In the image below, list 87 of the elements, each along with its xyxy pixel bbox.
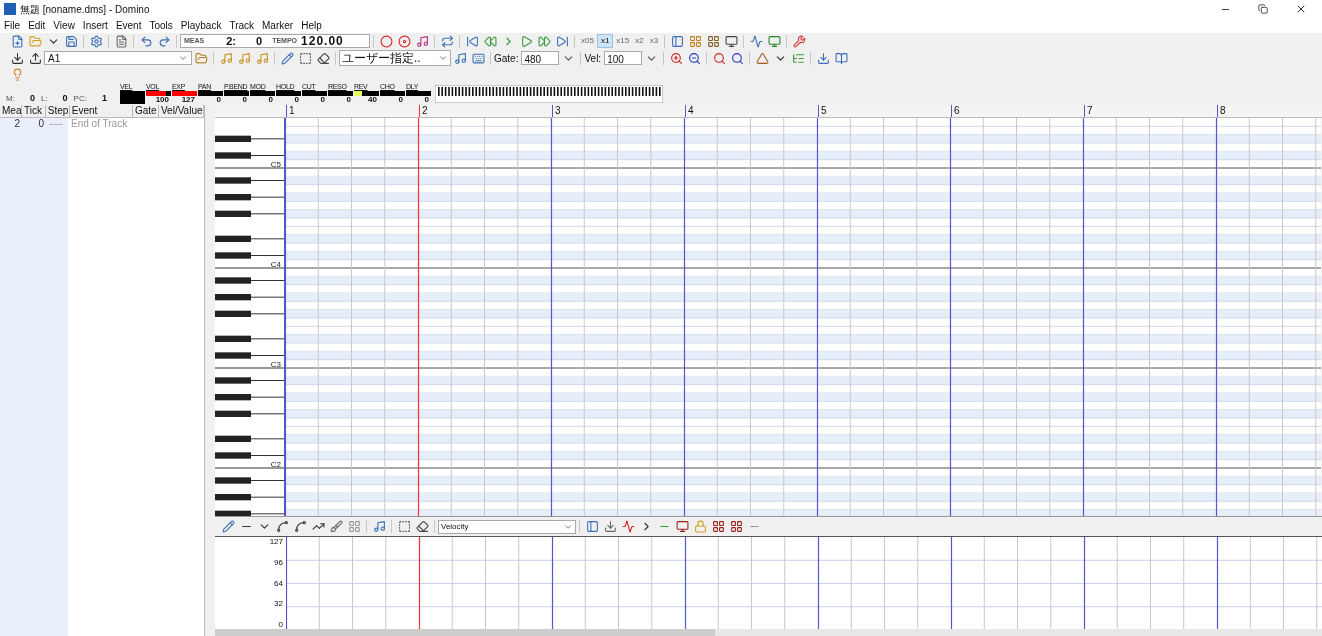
field-label: PC:	[73, 93, 87, 105]
controller-value: 0	[267, 96, 274, 104]
window-title: 無題 [noname.dms] - Domino	[20, 2, 150, 17]
controller-select[interactable]: Velocity	[438, 519, 576, 534]
controller-value: 0	[345, 96, 352, 104]
controller-value: 100	[154, 96, 170, 104]
controller-value: 0	[293, 96, 300, 104]
measure-number: 2	[419, 105, 552, 117]
controller-value: 40	[367, 96, 378, 104]
menu-item[interactable]: Playback	[180, 18, 222, 33]
menu-item[interactable]: File	[4, 18, 21, 33]
speed-button[interactable]: x2	[632, 34, 647, 48]
record-icon[interactable]	[377, 33, 395, 49]
column-header[interactable]: Event	[69, 105, 133, 117]
speed-button[interactable]: x1	[596, 34, 614, 48]
column-header[interactable]: Vel/Value	[159, 105, 204, 117]
track-select[interactable]: A1	[44, 51, 192, 65]
controller-value: 0	[241, 96, 248, 104]
measure-number: 6	[951, 105, 1084, 117]
menu-item[interactable]: Tools	[149, 18, 173, 33]
table-cell-text: 2	[13, 118, 20, 130]
controller-value: 0	[215, 96, 222, 104]
table-cell-text: End of Track	[70, 118, 128, 130]
note-label: C4	[270, 259, 281, 269]
controller-value: 127	[180, 96, 196, 104]
controller-value: 0	[423, 96, 430, 104]
menu-item[interactable]: Edit	[28, 18, 46, 33]
field-value: 1	[100, 92, 107, 106]
menu-item[interactable]: View	[53, 18, 75, 33]
preset-select[interactable]: ユーザー指定..	[339, 50, 451, 66]
tempo-value: 120.00	[301, 33, 344, 50]
book-icon[interactable]	[832, 50, 851, 66]
speed-button[interactable]: x05	[578, 34, 597, 48]
measure-number: 4	[685, 105, 818, 117]
note-label: C2	[270, 459, 281, 469]
disc-icon[interactable]	[395, 33, 413, 49]
table-cell-text: 0	[37, 118, 44, 130]
menu-item[interactable]: Marker	[262, 18, 294, 33]
measure-number: 7	[1084, 105, 1217, 117]
controller-value: 0	[319, 96, 326, 104]
axis-label: 32	[274, 599, 283, 609]
pencil-icon[interactable]	[219, 519, 237, 534]
column-header[interactable]: Step	[45, 105, 70, 117]
menu-item[interactable]: Help	[301, 18, 322, 33]
controller-meter[interactable]	[354, 91, 379, 96]
wave-icon[interactable]	[619, 519, 637, 534]
gate-label: Gate:	[494, 51, 519, 66]
meter-icon[interactable]	[747, 33, 766, 49]
menu-item[interactable]: Track	[229, 18, 255, 33]
measure-number: 3	[552, 105, 685, 117]
piano-keyboard-drawing[interactable]	[215, 118, 285, 516]
axis-label: 64	[274, 578, 283, 588]
vel-field[interactable]: 100	[604, 51, 643, 65]
rewind-icon[interactable]	[481, 33, 499, 49]
pencil-icon[interactable]	[278, 50, 296, 66]
controller-value: 0	[397, 96, 404, 104]
folder-icon[interactable]	[192, 50, 210, 66]
speed-button[interactable]: x3	[646, 34, 662, 48]
field-label: M:	[6, 93, 15, 105]
gate-field[interactable]: 480	[521, 51, 560, 65]
menu-item[interactable]: Event	[115, 18, 142, 33]
brush-icon[interactable]	[327, 519, 345, 534]
horizontal-scrollbar[interactable]	[215, 629, 1322, 636]
triangle-icon[interactable]	[753, 50, 772, 66]
vel-label: Vel:	[584, 51, 602, 66]
note-label: C3	[270, 359, 281, 369]
note-label: C5	[270, 159, 281, 169]
monitor-icon[interactable]	[722, 33, 741, 49]
axis-label: 96	[274, 557, 283, 567]
column-header[interactable]: Tick	[22, 105, 46, 117]
field-label: L:	[40, 93, 48, 105]
column-header[interactable]: Gate	[133, 105, 159, 117]
speed-button[interactable]: x15	[613, 34, 633, 48]
tick-value: 0	[256, 33, 263, 49]
axis-label: 0	[278, 620, 283, 629]
meas-value: 2:	[226, 33, 236, 49]
table-cell-text: ----	[48, 118, 64, 130]
measure-number: 1	[286, 105, 419, 117]
field-value: 0	[28, 92, 35, 106]
app-icon	[4, 3, 16, 15]
field-value: 0	[61, 92, 68, 106]
measure-number: 8	[1217, 105, 1322, 117]
fast-forward-icon[interactable]	[535, 33, 553, 49]
menu-item[interactable]: Insert	[82, 18, 108, 33]
measure-number: 5	[818, 105, 951, 117]
axis-label: 127	[269, 537, 283, 546]
column-header[interactable]: Mea	[0, 105, 22, 117]
